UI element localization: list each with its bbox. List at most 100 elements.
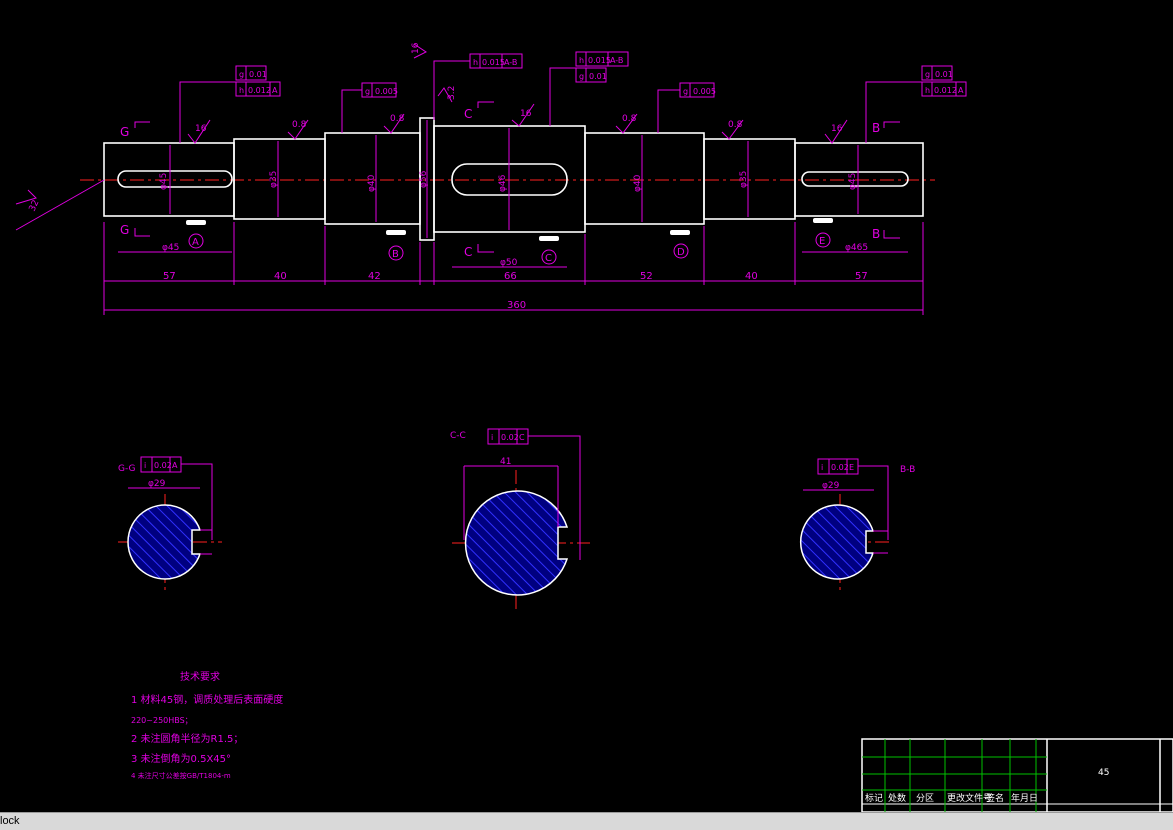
- roughness-1: 16: [195, 124, 207, 134]
- bottom-dia-mid: φ50: [500, 258, 518, 268]
- dia-label-7: φ35: [739, 171, 749, 188]
- section-gg-label: G-G: [118, 464, 136, 474]
- svg-text:g: g: [925, 70, 930, 79]
- svg-text:h: h: [473, 58, 478, 67]
- dia-label-2: φ35: [269, 171, 279, 188]
- keyway-left: [117, 170, 233, 188]
- notes-line-3: 3 未注倒角为0.5X45°: [131, 752, 231, 765]
- dim-seg-3: 42: [368, 271, 381, 282]
- tolerance-frame-5: h 0.015 A-B: [575, 51, 629, 67]
- section-bb-frame-val: 0.02: [831, 463, 849, 472]
- svg-text:0.015: 0.015: [588, 56, 611, 65]
- dia-label-3: φ40: [367, 174, 377, 192]
- section-gg-frame-datum: A: [172, 461, 178, 470]
- datum-e: E: [819, 236, 825, 247]
- svg-text:0.01: 0.01: [935, 70, 953, 79]
- tolerance-frame-4: h 0.015 A-B: [469, 53, 523, 69]
- dia-label-1: φ45: [159, 173, 169, 190]
- dia-label-4: φ56: [419, 170, 429, 188]
- section-mark-c-top: C: [464, 107, 472, 121]
- svg-text:0.01: 0.01: [589, 72, 607, 81]
- tolerance-frame-2: h 0.012 A: [235, 81, 281, 97]
- command-status-bar[interactable]: lock: [0, 812, 1173, 830]
- datum-a: A: [192, 237, 199, 248]
- svg-text:h: h: [925, 86, 930, 95]
- shaft-outline: [103, 117, 924, 241]
- leader-lines: [15, 60, 922, 231]
- command-line-text: lock: [0, 815, 20, 827]
- dim-seg-4: 66: [504, 271, 517, 282]
- section-bb-label: B-B: [900, 465, 915, 475]
- svg-text:g: g: [239, 70, 244, 79]
- dim-seg-2: 40: [274, 271, 287, 282]
- bottom-dia-left: φ45: [162, 243, 179, 253]
- section-cc-frame-datum: C: [519, 433, 525, 442]
- roughness-7: 16: [831, 124, 843, 134]
- svg-text:g: g: [579, 72, 584, 81]
- section-g-g: [118, 456, 222, 590]
- roughness-9: 3.2: [447, 86, 457, 100]
- dim-total: 360: [507, 300, 526, 311]
- roughness-4: 16: [520, 109, 532, 119]
- dim-seg-5: 52: [640, 271, 653, 282]
- title-block-header-2: 处数: [888, 792, 906, 804]
- dia-label-8: φ45: [848, 173, 858, 190]
- svg-text:A-B: A-B: [504, 58, 517, 67]
- dia-label-5: φ46: [498, 174, 508, 192]
- tolerance-frame-6: g 0.01: [575, 67, 607, 83]
- roughness-10: 32: [28, 199, 42, 214]
- tolerance-frame-8: g 0.01: [921, 65, 953, 81]
- section-bb-frame-datum: E: [849, 463, 854, 472]
- datum-c: C: [545, 253, 552, 264]
- svg-text:0.012: 0.012: [248, 86, 271, 95]
- svg-text:0.005: 0.005: [375, 87, 398, 96]
- section-b-b: [799, 458, 892, 592]
- section-mark-g-bottom: G: [120, 223, 129, 237]
- section-cc-label: C-C: [450, 431, 466, 441]
- tolerance-frame-7: g 0.005: [679, 82, 716, 98]
- roughness-6: 0.8: [728, 120, 743, 130]
- roughness-3: 0.8: [390, 114, 405, 124]
- section-cc-frame-val: 0.02: [501, 433, 519, 442]
- notes-line-2: 2 未注圆角半径为R1.5；: [131, 732, 243, 745]
- section-cc-width: 41: [500, 457, 511, 467]
- bottom-dia-right: φ465: [845, 243, 868, 253]
- title-block-header-6: 年月日: [1011, 792, 1038, 804]
- datum-b: B: [392, 249, 399, 260]
- svg-text:h: h: [579, 56, 584, 65]
- dim-seg-7: 57: [855, 271, 868, 282]
- section-bb-dia: φ29: [822, 481, 840, 491]
- notes-line-1b: 220~250HBS；: [131, 716, 193, 725]
- svg-text:g: g: [683, 87, 688, 96]
- tolerance-frame-1: g 0.01: [235, 65, 267, 81]
- svg-text:h: h: [239, 86, 244, 95]
- notes-line-1: 1 材料45钢，调质处理后表面硬度: [131, 693, 283, 706]
- section-mark-b-bottom: B: [872, 227, 880, 241]
- dim-seg-6: 40: [745, 271, 758, 282]
- svg-text:A: A: [272, 86, 278, 95]
- notes-line-4: 4 未注尺寸公差按GB/T1804-m: [131, 771, 231, 780]
- section-bb-frame-sym: i: [821, 463, 823, 472]
- roughness-2: 0.8: [292, 120, 307, 130]
- section-gg-dia: φ29: [148, 479, 166, 489]
- section-mark-g-top: G: [120, 125, 129, 139]
- svg-text:0.015: 0.015: [482, 58, 505, 67]
- roughness-5: 0.8: [622, 114, 637, 124]
- notes-title: 技术要求: [180, 670, 220, 683]
- cad-drawing-canvas[interactable]: φ45 φ35 φ40 φ56 φ46 φ40 φ35 φ45 57 40 42…: [0, 0, 1173, 812]
- svg-text:0.01: 0.01: [249, 70, 267, 79]
- title-block-material: 45: [1098, 768, 1109, 778]
- tolerance-frame-3: g 0.005: [361, 82, 398, 98]
- dim-seg-1: 57: [163, 271, 176, 282]
- svg-text:0.005: 0.005: [693, 87, 716, 96]
- datum-d: D: [677, 247, 685, 258]
- title-block-header-5: 签名: [986, 792, 1004, 804]
- title-block-header-1: 标记: [865, 792, 883, 804]
- title-block-header-3: 分区: [916, 793, 934, 804]
- svg-text:A-B: A-B: [610, 56, 623, 65]
- section-gg-frame-val: 0.02: [154, 461, 172, 470]
- tolerance-frame-9: h 0.012 A: [921, 81, 967, 97]
- svg-text:A: A: [958, 86, 964, 95]
- section-c-c: [452, 428, 590, 612]
- section-mark-c-bottom: C: [464, 245, 472, 259]
